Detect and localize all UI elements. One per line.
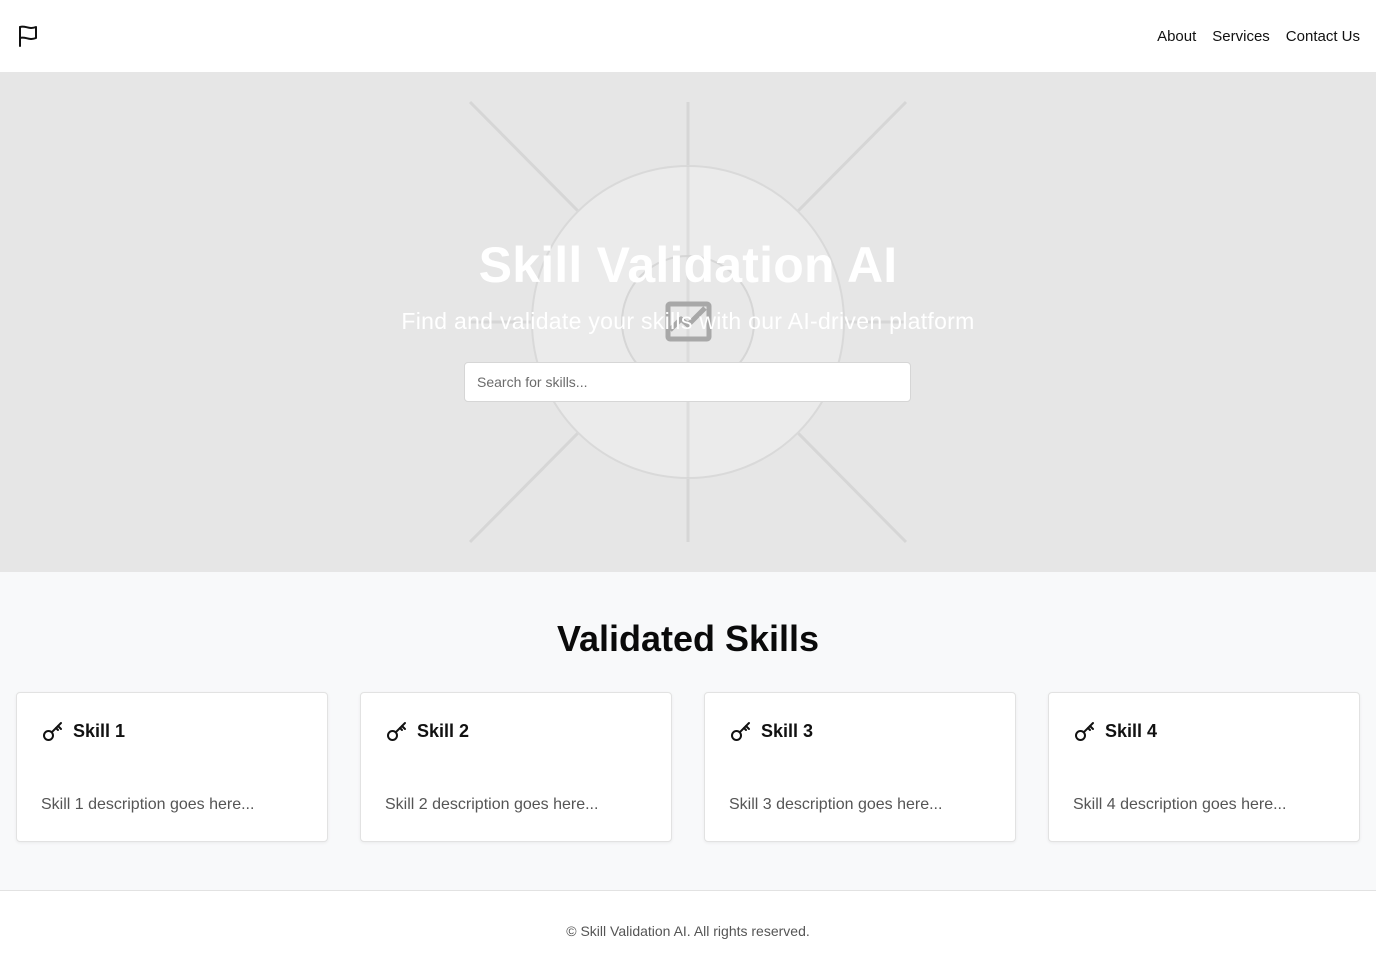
skill-card-description: Skill 2 description goes here... — [385, 796, 599, 813]
validated-skills-section: Validated Skills Skill 1 Skill 1 descrip… — [0, 572, 1376, 890]
section-title: Validated Skills — [556, 618, 820, 659]
hero-section: Skill Validation AI Find and validate yo… — [0, 72, 1376, 572]
skill-card-description: Skill 1 description goes here... — [41, 796, 255, 813]
skill-card-title: Skill 1 — [73, 720, 126, 741]
key-icon — [41, 719, 65, 743]
skill-card[interactable]: Skill 3 Skill 3 description goes here... — [704, 692, 1016, 842]
skill-card-header: Skill 1 — [41, 719, 125, 743]
site-header: About Services Contact Us — [0, 0, 1376, 72]
key-icon — [729, 719, 753, 743]
flag-icon[interactable] — [16, 24, 40, 48]
nav-link-about[interactable]: About — [1157, 28, 1196, 45]
nav-link-services[interactable]: Services — [1212, 28, 1270, 45]
skill-card[interactable]: Skill 2 Skill 2 description goes here... — [360, 692, 672, 842]
key-icon — [1073, 719, 1097, 743]
skill-card-header: Skill 4 — [1073, 719, 1157, 743]
skill-card[interactable]: Skill 4 Skill 4 description goes here... — [1048, 692, 1360, 842]
hero-content: Skill Validation AI Find and validate yo… — [0, 72, 1376, 572]
skill-card-title: Skill 2 — [417, 720, 470, 741]
skill-card-title: Skill 4 — [1105, 720, 1158, 741]
copyright-text: © Skill Validation AI. All rights reserv… — [566, 923, 810, 939]
skill-card-title: Skill 3 — [761, 720, 814, 741]
key-icon — [385, 719, 409, 743]
skill-cards: Skill 1 Skill 1 description goes here...… — [16, 692, 1360, 842]
skill-card-description: Skill 3 description goes here... — [729, 796, 943, 813]
main-nav: About Services Contact Us — [1157, 28, 1360, 45]
skill-card-header: Skill 2 — [385, 719, 469, 743]
hero-subtitle: Find and validate your skills with our A… — [401, 308, 975, 334]
skill-card[interactable]: Skill 1 Skill 1 description goes here... — [16, 692, 328, 842]
skill-card-header: Skill 3 — [729, 719, 813, 743]
hero-title: Skill Validation AI — [478, 237, 898, 293]
nav-link-contact-us[interactable]: Contact Us — [1286, 28, 1360, 45]
skill-card-description: Skill 4 description goes here... — [1073, 796, 1287, 813]
search-input[interactable] — [464, 362, 911, 402]
site-footer: © Skill Validation AI. All rights reserv… — [0, 890, 1376, 970]
